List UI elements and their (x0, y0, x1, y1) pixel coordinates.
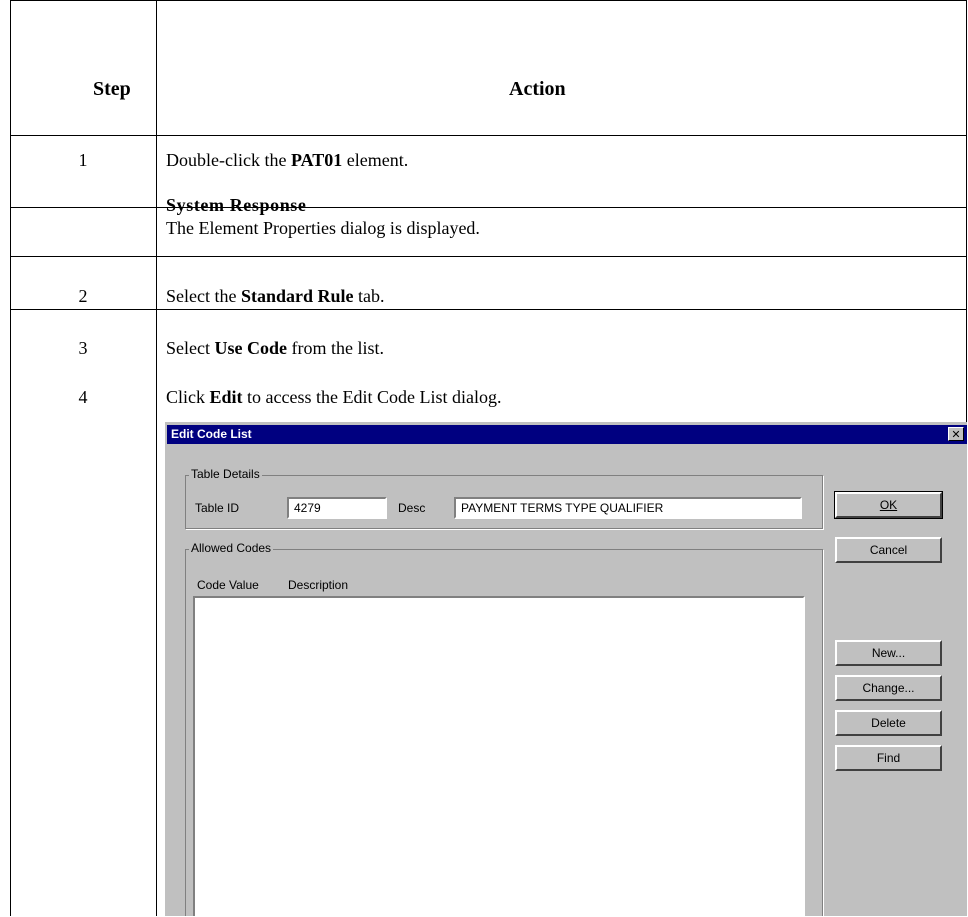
column-header-code-value[interactable]: Code Value (197, 578, 259, 592)
system-response-title: System Response (166, 195, 307, 215)
close-icon[interactable]: ✕ (948, 427, 964, 441)
new-button[interactable]: New... (835, 640, 942, 666)
row-divider (10, 309, 967, 310)
step-action: Select Use Code from the list. (166, 338, 384, 358)
desc-label: Desc (398, 501, 426, 515)
table-details-legend: Table Details (189, 467, 262, 481)
allowed-codes-list[interactable] (193, 596, 805, 916)
step-number: 2 (78, 286, 88, 306)
edit-code-list-dialog: Edit Code List ✕ Table Details Table ID … (163, 422, 967, 916)
dialog-titlebar: Edit Code List ✕ (167, 425, 967, 444)
desc-field[interactable]: PAYMENT TERMS TYPE QUALIFIER (454, 497, 802, 519)
step-action: Select the Standard Rule tab. (166, 286, 385, 306)
dialog-title: Edit Code List (171, 427, 252, 441)
delete-button[interactable]: Delete (835, 710, 942, 736)
ok-button[interactable]: OK (834, 491, 943, 519)
step-action: Double-click the PAT01 element. (166, 150, 409, 170)
header-action: Action (509, 78, 566, 100)
cancel-button[interactable]: Cancel (835, 537, 942, 563)
find-button[interactable]: Find (835, 745, 942, 771)
table-top-border (10, 0, 967, 1)
table-left-border (10, 0, 11, 916)
step-number: 1 (78, 150, 88, 170)
column-divider (156, 0, 157, 916)
row-divider (10, 256, 967, 257)
table-id-label: Table ID (195, 501, 240, 515)
table-id-field[interactable]: 4279 (287, 497, 387, 519)
header-step: Step (93, 78, 131, 100)
element-name: PAT01 (290, 150, 343, 170)
step-number: 4 (78, 387, 88, 407)
system-response-text: The Element Properties dialog is display… (166, 218, 480, 238)
change-button[interactable]: Change... (835, 675, 942, 701)
allowed-codes-legend: Allowed Codes (189, 541, 274, 555)
step-action: Click Edit to access the Edit Code List … (166, 387, 502, 407)
step-number: 3 (78, 338, 88, 358)
header-divider (10, 135, 967, 136)
row-divider (10, 207, 967, 208)
column-header-description[interactable]: Description (288, 578, 348, 592)
